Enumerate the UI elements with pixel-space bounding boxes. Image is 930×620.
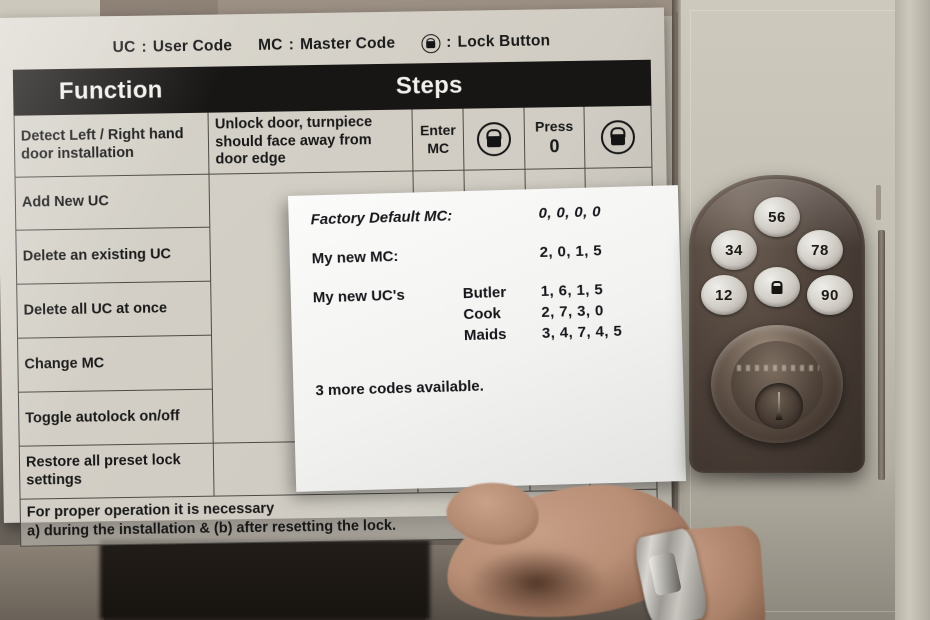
key-label: 78 — [811, 241, 829, 259]
footer-line-1: For proper operation it is necessary — [26, 500, 275, 521]
keypad-key-lock-button[interactable] — [754, 267, 800, 307]
lock-button-icon — [600, 119, 636, 155]
note-value: 1, 6, 1, 5 — [540, 281, 604, 300]
row-step-lock-icon-1 — [463, 107, 525, 171]
note-mid: Butler — [462, 283, 507, 303]
note-mid: Maids — [463, 325, 507, 345]
door-shadow-gap — [100, 540, 430, 620]
lock-button-icon — [772, 281, 782, 294]
note-value: 0, 0, 0, 0 — [538, 203, 602, 223]
deadbolt-thumbturn[interactable] — [711, 325, 843, 443]
row-function-label: Toggle autolock on/off — [18, 389, 214, 447]
note-mid — [460, 205, 538, 224]
legend-item-mc: MC : Master Code — [258, 35, 395, 55]
key-label: 56 — [768, 208, 786, 226]
door-bottom-left-sliver — [0, 545, 104, 620]
legend-lock-sep: : — [446, 33, 452, 51]
key-label: 12 — [715, 286, 733, 304]
note-value: 3, 4, 7, 4, 5 — [541, 322, 623, 342]
code-note-paper: Factory Default MC: 0, 0, 0, 0 My new MC… — [288, 185, 687, 492]
keypad-key-90[interactable]: 90 — [807, 275, 853, 315]
keypad-deadbolt-lock: 56 34 78 12 90 — [689, 175, 865, 473]
legend-item-lock-button: : Lock Button — [421, 32, 550, 53]
key-label: 90 — [821, 286, 839, 304]
note-label: Factory Default MC: — [310, 207, 453, 229]
note-label — [314, 327, 464, 348]
header-steps: Steps — [207, 60, 651, 113]
note-label: My new MC: — [311, 247, 399, 268]
row-step-press-0: Press 0 — [523, 106, 586, 170]
header-function: Function — [13, 67, 209, 116]
photo-scene: UC : User Code MC : Master Code : Lock B… — [0, 0, 930, 620]
key-label: 34 — [725, 241, 743, 259]
step-line1: Press — [534, 117, 574, 135]
keypad-key-56[interactable]: 56 — [754, 197, 800, 237]
legend-uc-sep: : — [141, 38, 147, 56]
row-step-lock-icon-2 — [584, 105, 652, 169]
hand-holding-note — [438, 473, 767, 620]
row-function-label: Add New UC — [15, 174, 211, 231]
legend-item-uc: UC : User Code — [113, 37, 233, 57]
note-footer: 3 more codes available. — [315, 373, 665, 400]
keyhole-slot-icon — [775, 392, 783, 420]
legend-mc-sep: : — [288, 36, 295, 54]
table-row-detect-hand: Detect Left / Right hand door installati… — [14, 105, 652, 178]
legend-lock-text: Lock Button — [457, 32, 551, 51]
legend-mc-text: Master Code — [299, 34, 396, 54]
right-wall-far-edge — [895, 0, 930, 620]
note-row-factory-default: Factory Default MC: 0, 0, 0, 0 — [310, 202, 660, 229]
legend-mc-abbr: MC — [258, 36, 283, 54]
legend-uc-abbr: UC — [112, 38, 136, 57]
key-cylinder[interactable] — [755, 383, 803, 429]
row-function-label: Detect Left / Right hand door installati… — [14, 112, 210, 178]
row-function-label: Delete an existing UC — [15, 227, 211, 285]
note-row-new-mc: My new MC: 2, 0, 1, 5 — [311, 241, 662, 268]
row-function-label: Delete all UC at once — [16, 281, 212, 339]
keypad-key-78[interactable]: 78 — [797, 230, 843, 270]
row-step-text: Unlock door, turnpiece should face away … — [208, 108, 414, 175]
door-jamb-strike — [878, 230, 885, 480]
row-function-label: Restore all preset lock settings — [19, 443, 215, 500]
step-line2: MC — [427, 139, 450, 156]
note-label: My new UC's — [312, 286, 405, 307]
brand-engraving — [737, 365, 819, 371]
hand-shadow — [467, 548, 607, 618]
keypad-key-34[interactable]: 34 — [711, 230, 757, 270]
door-jamb-screw — [876, 185, 881, 220]
legend-uc-text: User Code — [152, 37, 233, 56]
footer-line-2: a) during the installation & (b) after r… — [26, 517, 397, 540]
step-line1: Enter — [419, 121, 456, 139]
note-footer-text: 3 more codes available. — [315, 377, 485, 400]
row-step-enter-mc: Enter MC — [412, 108, 465, 172]
step-line2: 0 — [549, 136, 560, 157]
note-label — [313, 306, 463, 327]
row-function-label: Change MC — [17, 335, 213, 393]
note-mid: Cook — [463, 305, 502, 324]
note-value: 2, 0, 1, 5 — [539, 242, 603, 261]
note-mid — [461, 244, 539, 263]
lock-button-icon — [476, 121, 512, 156]
note-value: 2, 7, 3, 0 — [541, 302, 604, 321]
lock-button-icon — [421, 33, 441, 53]
keypad-key-12[interactable]: 12 — [701, 275, 747, 315]
ceiling-patch-mid — [100, 0, 220, 16]
